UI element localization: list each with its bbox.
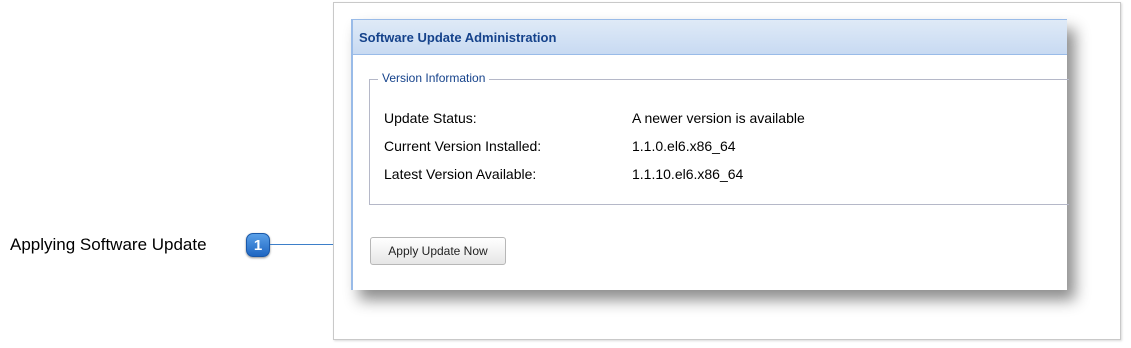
fieldset-legend: Version Information bbox=[378, 71, 490, 85]
latest-version-row: Latest Version Available: 1.1.10.el6.x86… bbox=[384, 166, 743, 182]
latest-version-label: Latest Version Available: bbox=[384, 166, 537, 182]
panel-header: Software Update Administration bbox=[353, 20, 1067, 55]
callout-number-badge: 1 bbox=[246, 233, 270, 257]
current-version-label: Current Version Installed: bbox=[384, 138, 542, 154]
panel-title: Software Update Administration bbox=[359, 29, 557, 45]
update-status-value: A newer version is available bbox=[632, 110, 805, 126]
latest-version-value: 1.1.10.el6.x86_64 bbox=[632, 166, 744, 182]
callout-label: Applying Software Update bbox=[10, 235, 207, 254]
software-update-panel: Software Update Administration Version I… bbox=[351, 19, 1069, 290]
update-status-row: Update Status: A newer version is availa… bbox=[384, 110, 805, 126]
apply-update-now-button[interactable]: Apply Update Now bbox=[370, 237, 506, 265]
update-status-label: Update Status: bbox=[384, 110, 477, 126]
current-version-row: Current Version Installed: 1.1.0.el6.x86… bbox=[384, 138, 736, 154]
version-information-fieldset: Version Information Update Status: A new… bbox=[369, 71, 1069, 205]
current-version-value: 1.1.0.el6.x86_64 bbox=[632, 138, 736, 154]
